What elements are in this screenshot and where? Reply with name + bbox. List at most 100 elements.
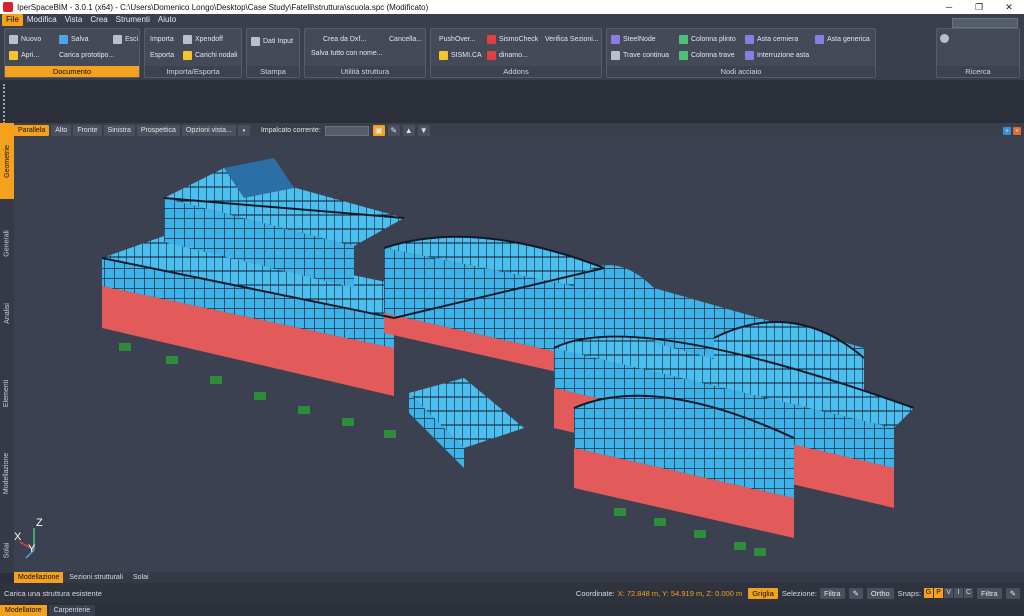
menu-crea[interactable]: Crea xyxy=(86,14,111,26)
view-bottom-tabs: Modellazione Sezioni strutturali Solai xyxy=(14,572,1024,583)
impalcato-select[interactable] xyxy=(324,125,369,136)
sismica-button[interactable]: SISMI.CA xyxy=(439,49,482,61)
carichi-nodali-button[interactable]: Carichi nodali xyxy=(183,49,237,61)
nuovo-button[interactable]: Nuovo xyxy=(9,33,41,45)
close-button[interactable]: ✕ xyxy=(994,0,1024,14)
tab-geometrie[interactable]: Geometrie xyxy=(0,123,14,199)
exit-icon xyxy=(113,34,122,44)
importa-button[interactable]: Importa xyxy=(150,33,174,45)
wrench-status-icon: ✎ xyxy=(852,588,859,598)
wrench-status-button[interactable]: ✎ xyxy=(848,587,863,599)
minimize-button[interactable]: ─ xyxy=(934,0,964,14)
window-title: IperSpaceBIM - 3.0.1 (x64) - C:\Users\Do… xyxy=(17,2,429,12)
menu-modifica[interactable]: Modifica xyxy=(23,14,61,26)
tab-carpenterie[interactable]: Carpenterie xyxy=(48,605,96,616)
expand-button[interactable]: + xyxy=(1003,127,1011,135)
menu-vista[interactable]: Vista xyxy=(61,14,87,26)
group-utilita: Crea da Dxf... Cancella... Salva tutto c… xyxy=(304,28,426,78)
plinth xyxy=(614,508,626,516)
steelnode-button[interactable]: SteelNode xyxy=(611,33,656,45)
filtra-button[interactable]: Filtra xyxy=(819,587,845,599)
trave-continua-icon xyxy=(611,50,620,60)
floor-up-button[interactable]: ▲ xyxy=(402,125,415,136)
xpendoff-button[interactable]: Xpendoff xyxy=(183,33,223,45)
search-input[interactable] xyxy=(952,18,1018,28)
dot-button[interactable]: • xyxy=(237,125,250,136)
close-view-button[interactable]: × xyxy=(1013,127,1021,135)
menu-strumenti[interactable]: Strumenti xyxy=(112,14,154,26)
tab-solai[interactable]: Solai xyxy=(0,528,14,573)
tab-solai-label: Solai xyxy=(3,542,11,559)
carica-prototipo-label: Carica prototipo... xyxy=(59,51,115,59)
ortho-toggle[interactable]: Ortho xyxy=(866,587,894,599)
colonna-plinto-button[interactable]: Colonna plinto xyxy=(679,33,736,45)
tab-modellatore[interactable]: Modellatore xyxy=(0,605,47,616)
tab-solai-bottom[interactable]: Solai xyxy=(129,572,153,583)
axis-triad: Z X Y xyxy=(14,517,43,559)
3d-viewport[interactable]: Z X Y xyxy=(14,138,1024,572)
snap-c[interactable]: C xyxy=(964,588,974,598)
wrench-snaps-icon: ✎ xyxy=(1009,588,1016,598)
sismocheck-button[interactable]: SismoCheck xyxy=(487,33,538,45)
snap-i[interactable]: I xyxy=(954,588,964,598)
sismocheck-label: SismoCheck xyxy=(499,35,539,43)
colonna-plinto-label: Colonna plinto xyxy=(691,35,736,43)
dati-input-button[interactable]: Dati Input xyxy=(251,35,293,47)
apri-label: Apri... xyxy=(21,51,40,59)
nodi-acciaio-caption: Nodi acciaio xyxy=(607,66,875,77)
tab-sezioni-strutturali[interactable]: Sezioni strutturali xyxy=(65,572,127,583)
tab-analisi[interactable]: Analisi xyxy=(0,288,14,338)
colonna-trave-button[interactable]: Colonna trave xyxy=(679,49,735,61)
utilita-caption: Utilità struttura xyxy=(305,66,425,77)
group-importa-esporta: Importa Xpendoff Esporta Carichi nodali … xyxy=(144,28,242,78)
asta-cerniera-button[interactable]: Asta cerniera xyxy=(745,33,798,45)
pushover-button[interactable]: PushOver... xyxy=(439,33,476,45)
trave-continua-button[interactable]: Trave continua xyxy=(611,49,669,61)
axis-x-label: X xyxy=(14,531,22,543)
selezione-label: Selezione: xyxy=(781,588,817,598)
wrench-snaps-button[interactable]: ✎ xyxy=(1005,587,1020,599)
wrench-button[interactable]: ✎ xyxy=(387,125,400,136)
view-options-button[interactable]: Opzioni vista... xyxy=(181,125,236,136)
cancella-button[interactable]: Cancella... xyxy=(389,33,422,45)
carica-prototipo-button[interactable]: Carica prototipo... xyxy=(59,49,114,61)
snap-p[interactable]: P xyxy=(934,588,944,598)
plus-icon: + xyxy=(1004,127,1010,135)
floor-down-button[interactable]: ▼ xyxy=(417,125,430,136)
salva-button[interactable]: Salva xyxy=(59,33,89,45)
view-fronte[interactable]: Fronte xyxy=(73,125,102,136)
asta-generica-button[interactable]: Asta generica xyxy=(815,33,870,45)
griglia-toggle[interactable]: Griglia xyxy=(748,587,778,599)
maximize-button[interactable]: ❐ xyxy=(964,0,994,14)
snap-v[interactable]: V xyxy=(944,588,954,598)
view-sinistra[interactable]: Sinistra xyxy=(103,125,135,136)
snap-g[interactable]: G xyxy=(924,588,934,598)
left-vertical-tabs: Geometrie Generali Analisi Elementi Mode… xyxy=(0,123,14,573)
asta-cerniera-icon xyxy=(745,34,754,44)
interruzione-asta-button[interactable]: Interruzione asta xyxy=(745,49,809,61)
filtra-snaps-button[interactable]: Filtra xyxy=(977,587,1002,599)
steelnode-label: SteelNode xyxy=(623,35,656,43)
tab-generali[interactable]: Generali xyxy=(0,213,14,273)
tab-elementi-label: Elementi xyxy=(3,379,11,407)
tab-modellazione-bottom[interactable]: Modellazione xyxy=(14,572,64,583)
crea-dxf-button[interactable]: Crea da Dxf... xyxy=(323,33,366,45)
dinamo-button[interactable]: dinamo... xyxy=(487,49,528,61)
view-alto[interactable]: Alto xyxy=(51,125,72,136)
tab-elementi[interactable]: Elementi xyxy=(0,363,14,423)
view-prospettica[interactable]: Prospettica xyxy=(136,125,180,136)
menu-file[interactable]: File xyxy=(2,14,23,26)
lock-button[interactable]: ▣ xyxy=(372,125,385,136)
close-icon: × xyxy=(1014,127,1020,135)
apri-button[interactable]: Apri... xyxy=(9,49,39,61)
plinth xyxy=(166,356,178,364)
esci-button[interactable]: Esci xyxy=(113,33,138,45)
view-parallela[interactable]: Parallela xyxy=(14,125,50,136)
esporta-button[interactable]: Esporta xyxy=(150,49,174,61)
menu-aiuto[interactable]: Aiuto xyxy=(154,14,180,26)
tab-modellazione[interactable]: Modellazione xyxy=(0,438,14,508)
verifica-sezioni-button[interactable]: Verifica Sezioni... xyxy=(545,33,599,45)
salva-tutto-button[interactable]: Salva tutto con nome... xyxy=(311,47,383,59)
group-addons: PushOver... SismoCheck Verifica Sezioni.… xyxy=(430,28,602,78)
search-icon[interactable] xyxy=(940,32,952,44)
